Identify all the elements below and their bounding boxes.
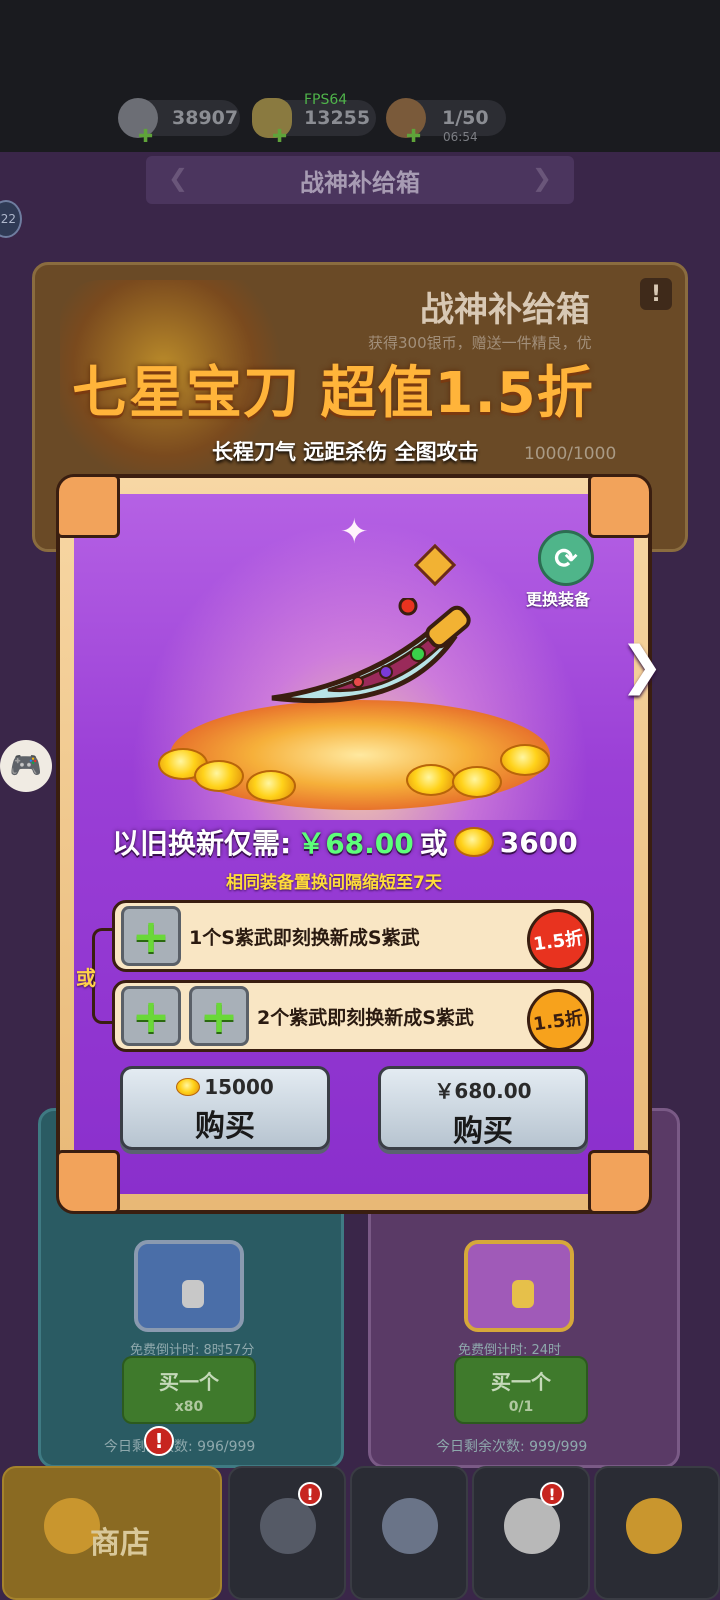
promo-subtitle: 长程刀气 远距杀伤 全图攻击 — [212, 440, 479, 464]
buy-with-gold-button[interactable]: 15000 购买 — [120, 1066, 330, 1150]
upgrade-icon — [626, 1498, 682, 1554]
gold-ingot-icon — [453, 827, 494, 857]
price-prefix: 以旧换新仅需: — [112, 827, 292, 860]
equipment-alert-badge: ! — [298, 1482, 322, 1506]
nav-shop-label: 商店 — [90, 1526, 150, 1561]
energy-value: 1/50 — [442, 107, 489, 129]
nav-pets[interactable] — [472, 1466, 590, 1600]
buy-cash-label: 购买 — [453, 1114, 513, 1149]
gold-ingot-icon — [176, 1078, 201, 1096]
gold-value: 13255 — [304, 107, 371, 129]
buy-gold-label: 购买 — [195, 1109, 255, 1144]
shield-icon — [382, 1498, 438, 1554]
buy-one-right-label: 买一个 — [491, 1370, 551, 1394]
remaining-count-left: 今日剩余次数: 996/999 — [104, 1439, 256, 1455]
add-equipment-slot[interactable]: + — [121, 906, 181, 966]
trade-option-1: + 1个S紫武即刻换新成S紫武 1.5折 — [112, 900, 594, 976]
chevron-left-icon: ❮ — [168, 164, 189, 192]
swap-equipment-button[interactable]: ⟳ — [538, 530, 594, 586]
gold-ingot-icon — [452, 766, 502, 798]
energy-timer: 06:54 — [443, 130, 478, 144]
gamepad-icon[interactable]: 🎮 — [0, 740, 52, 792]
trade-in-price: 以旧换新仅需: ￥68.00 或 3600 — [112, 822, 578, 862]
trade-option-2-text: 2个紫武即刻换新成S紫武 — [257, 1007, 474, 1029]
promo-headline: 七星宝刀 超值1.5折 — [72, 361, 594, 426]
buy-cash-price: ￥680.00 — [434, 1079, 532, 1103]
discount-badge: 1.5折 — [522, 904, 594, 976]
price-or: 或 — [419, 827, 448, 860]
trade-option-2: + + 2个紫武即刻换新成S紫武 1.5折 — [112, 980, 594, 1056]
buy-one-left-cost: x80 — [174, 1399, 204, 1415]
discount-badge: 1.5折 — [522, 984, 594, 1056]
rooster-icon — [504, 1498, 560, 1554]
frame-corner-bl — [56, 1150, 120, 1214]
buy-with-cash-button[interactable]: ￥680.00 购买 — [378, 1066, 588, 1150]
pets-alert-badge: ! — [540, 1482, 564, 1506]
silver-resource[interactable]: ✚ 38907 — [118, 98, 240, 147]
nav-equipment[interactable] — [228, 1466, 346, 1600]
page-title: ❮ 战神补给箱 ❯ — [146, 156, 574, 204]
frame-corner-br — [588, 1150, 652, 1214]
price-gold: 3600 — [499, 825, 578, 859]
chevron-right-icon: ❯ — [531, 164, 552, 192]
buy-one-left-label: 买一个 — [159, 1370, 219, 1394]
remaining-count-right: 今日剩余次数: 999/999 — [436, 1439, 588, 1455]
fps-readout: FPS64 — [304, 92, 348, 108]
purple-chest-icon — [464, 1240, 574, 1332]
frame-corner-tr — [588, 474, 652, 538]
or-label: 或 — [76, 966, 96, 990]
sparkle-icon: ✦ — [340, 512, 369, 552]
buy-one-left-button[interactable]: 买一个 x80 — [122, 1356, 256, 1424]
add-equipment-slot[interactable]: + — [121, 986, 181, 1046]
silver-value: 38907 — [172, 107, 239, 129]
trade-option-1-text: 1个S紫武即刻换新成S紫武 — [189, 927, 420, 949]
page-title-text: 战神补给箱 — [300, 168, 420, 197]
add-gold-icon[interactable]: ✚ — [272, 126, 287, 147]
refresh-icon: ⟳ — [554, 541, 578, 575]
add-energy-icon[interactable]: ✚ — [406, 126, 421, 147]
price-yuan: ￥68.00 — [297, 827, 414, 860]
nav-upgrade[interactable] — [594, 1466, 720, 1600]
add-silver-icon[interactable]: ✚ — [138, 126, 153, 147]
banner-counter: 1000/1000 — [524, 444, 617, 464]
nav-shop[interactable]: 商店 — [2, 1466, 222, 1600]
swap-equipment-label: 更换装备 — [526, 590, 591, 609]
info-icon[interactable]: ! — [640, 278, 672, 310]
cooldown-notice: 相同装备置换间隔缩短至7天 — [226, 873, 442, 893]
add-equipment-slot[interactable]: + — [189, 986, 249, 1046]
frame-corner-tl — [56, 474, 120, 538]
banner-title: 战神补给箱 — [420, 290, 590, 330]
gold-ingot-icon — [246, 770, 296, 802]
next-offer-arrow[interactable]: ❯ — [620, 636, 664, 696]
shop-alert-badge: ! — [144, 1426, 174, 1456]
helmet-icon — [260, 1498, 316, 1554]
buy-one-right-cost: 0/1 — [508, 1399, 534, 1415]
buy-one-right-button[interactable]: 买一个 0/1 — [454, 1356, 588, 1424]
gold-ingot-icon — [194, 760, 244, 792]
gold-ingot-icon — [500, 744, 550, 776]
buy-gold-price: 15000 — [204, 1075, 274, 1099]
blue-chest-icon — [134, 1240, 244, 1332]
seven-star-saber-icon — [271, 598, 471, 704]
gold-ingot-icon — [406, 764, 456, 796]
nav-battle[interactable] — [350, 1466, 468, 1600]
